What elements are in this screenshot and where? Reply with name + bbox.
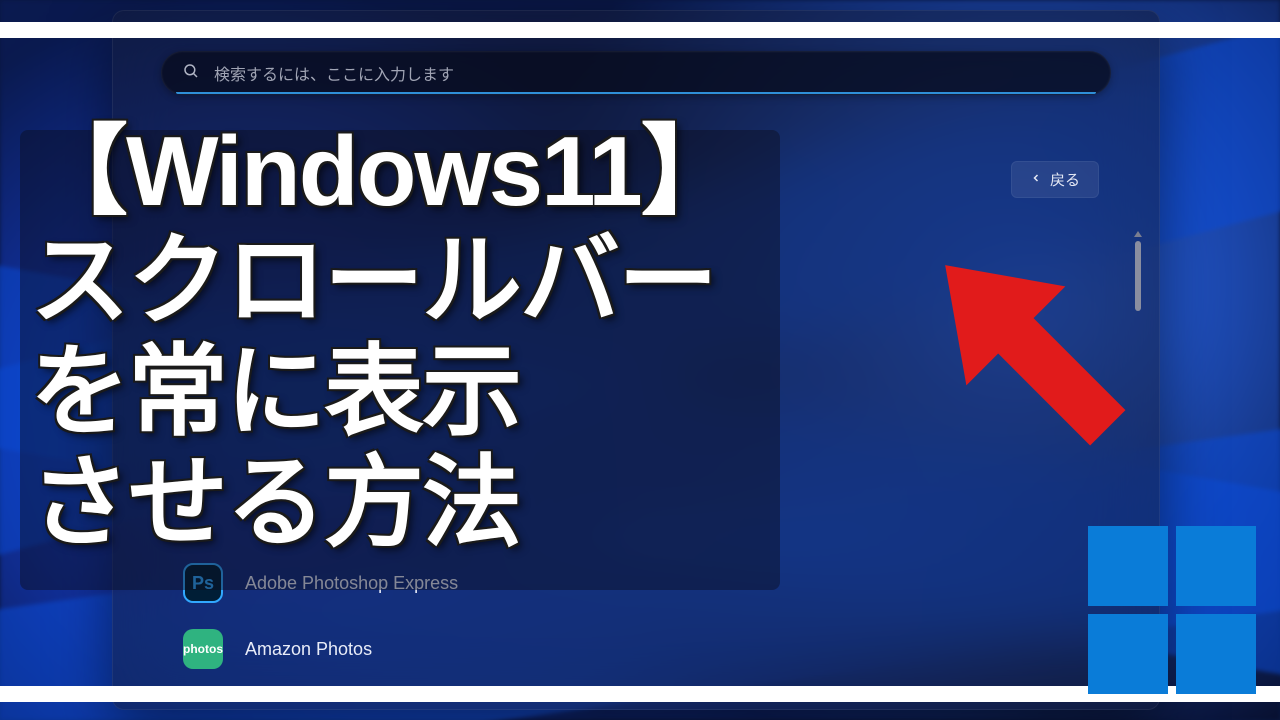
- chevron-left-icon: [1030, 171, 1042, 188]
- windows-logo-icon: [1088, 526, 1256, 694]
- list-item[interactable]: photos Amazon Photos: [183, 629, 458, 669]
- back-button[interactable]: 戻る: [1011, 161, 1099, 198]
- search-icon: [182, 62, 200, 85]
- search-placeholder: 検索するには、ここに入力します: [214, 61, 454, 85]
- app-label: Amazon Photos: [245, 639, 372, 660]
- title-line-3: を常に表示: [30, 340, 737, 445]
- amazon-photos-icon: photos: [183, 629, 223, 669]
- title-line-4: させる方法: [30, 451, 737, 556]
- back-label: 戻る: [1050, 169, 1080, 190]
- annotation-arrow-icon: [900, 220, 1160, 485]
- decorative-bar-top: [0, 22, 1280, 38]
- title-line-2: スクロールバー: [30, 229, 737, 334]
- title-overlay: 【Windows11】 スクロールバー を常に表示 させる方法: [30, 120, 737, 556]
- title-line-1: 【Windows11】: [30, 120, 737, 223]
- search-box[interactable]: 検索するには、ここに入力します: [161, 51, 1111, 95]
